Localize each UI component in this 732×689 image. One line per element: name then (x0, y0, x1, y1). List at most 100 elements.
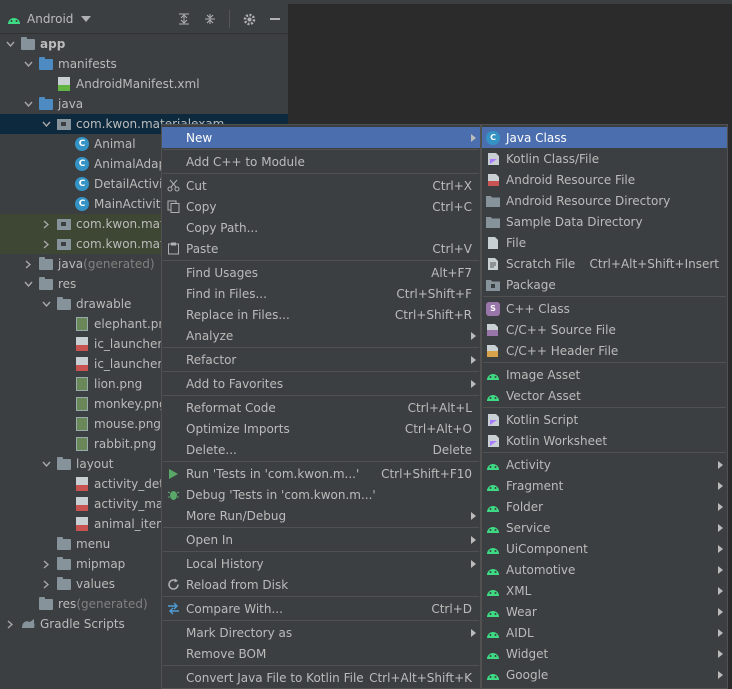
menu-item-replace-in-files[interactable]: Replace in Files... Ctrl+Shift+R (162, 304, 480, 325)
menu-item-aidl[interactable]: AIDL (482, 622, 727, 643)
menu-item-image-asset[interactable]: Image Asset (482, 364, 727, 385)
icon-spacer (165, 307, 181, 323)
menu-item-find-usages[interactable]: Find Usages Alt+F7 (162, 262, 480, 283)
menu-item-kotlin-worksheet[interactable]: Kotlin Worksheet (482, 430, 727, 451)
chevron-down-icon[interactable] (22, 94, 34, 114)
menu-item-run-tests-in-com-kwon-m[interactable]: Run 'Tests in 'com.kwon.m...' Ctrl+Shift+… (162, 463, 480, 484)
menu-item-uicomponent[interactable]: UiComponent (482, 538, 727, 559)
menu-item-find-in-files[interactable]: Find in Files... Ctrl+Shift+F (162, 283, 480, 304)
tree-row[interactable]: manifests (0, 54, 288, 74)
folder-shape (39, 596, 53, 610)
menu-item-widget[interactable]: Widget (482, 643, 727, 664)
tree-item-label: animal_item (94, 517, 168, 531)
menu-item-vector-asset[interactable]: Vector Asset (482, 385, 727, 406)
tree-item-label: res (58, 597, 77, 611)
menu-item-kotlin-script[interactable]: Kotlin Script (482, 409, 727, 430)
chevron-down-icon[interactable] (4, 34, 16, 54)
folder-shape (57, 296, 71, 310)
menu-item-paste[interactable]: Paste Ctrl+V (162, 238, 480, 259)
gear-icon[interactable] (242, 12, 256, 26)
menu-item-more-run-debug[interactable]: More Run/Debug (162, 505, 480, 526)
menu-item-service[interactable]: Service (482, 517, 727, 538)
menu-item-open-in[interactable]: Open In (162, 529, 480, 550)
menu-item-analyze[interactable]: Analyze (162, 325, 480, 346)
menu-item-shortcut: Ctrl+Shift+R (394, 307, 472, 322)
menu-item-delete[interactable]: Delete... Delete (162, 439, 480, 460)
chevron-down-icon[interactable] (40, 114, 52, 134)
image-icon (74, 416, 90, 432)
chevron-right-icon[interactable] (4, 614, 16, 634)
menu-item-mark-directory-as[interactable]: Mark Directory as (162, 622, 480, 643)
menu-item-remove-bom[interactable]: Remove BOM (162, 643, 480, 664)
chevron-right-icon[interactable] (22, 254, 34, 274)
chevron-down-icon[interactable] (22, 274, 34, 294)
menu-item-scratch-file[interactable]: Scratch File Ctrl+Alt+Shift+Insert (482, 253, 727, 274)
gradle-icon (20, 616, 36, 632)
xml-file-shape (76, 517, 88, 531)
chevron-right-icon (471, 331, 476, 340)
menu-item-c-c-header-file[interactable]: C/C++ Header File (482, 340, 727, 361)
image-icon (74, 316, 90, 332)
tree-item-label: java (58, 97, 84, 111)
tree-row[interactable]: app (0, 34, 288, 54)
menu-item-fragment[interactable]: Fragment (482, 475, 727, 496)
chevron-right-icon (718, 670, 723, 679)
menu-item-automotive[interactable]: Automotive (482, 559, 727, 580)
menu-item-copy-path[interactable]: Copy Path... (162, 217, 480, 238)
chevron-right-icon[interactable] (40, 234, 52, 254)
arrow-spacer (58, 514, 70, 534)
menu-item-add-c-to-module[interactable]: Add C++ to Module (162, 151, 480, 172)
menu-separator (163, 461, 479, 462)
menu-item-android-resource-file[interactable]: Android Resource File (482, 169, 727, 190)
menu-item-reformat-code[interactable]: Reformat Code Ctrl+Alt+L (162, 397, 480, 418)
menu-item-cut[interactable]: Cut Ctrl+X (162, 175, 480, 196)
chevron-down-icon[interactable] (22, 54, 34, 74)
chevron-right-icon[interactable] (40, 214, 52, 234)
menu-item-local-history[interactable]: Local History (162, 553, 480, 574)
menu-item-sample-data-directory[interactable]: Sample Data Directory (482, 211, 727, 232)
menu-item-google[interactable]: Google (482, 664, 727, 685)
menu-item-convert-java-file-to-kotlin-file[interactable]: Convert Java File to Kotlin File Ctrl+Alt… (162, 667, 480, 688)
menu-item-java-class[interactable]: C Java Class (482, 127, 727, 148)
menu-item-new[interactable]: New (162, 127, 480, 148)
expand-all-icon[interactable] (177, 12, 191, 26)
menu-item-xml[interactable]: XML (482, 580, 727, 601)
minimize-icon[interactable] (268, 12, 282, 26)
menu-item-label: Convert Java File to Kotlin File (186, 670, 364, 685)
menu-item-folder[interactable]: Folder (482, 496, 727, 517)
menu-item-reload-from-disk[interactable]: Reload from Disk (162, 574, 480, 595)
tree-item-label: MainActivity (94, 197, 168, 211)
menu-item-optimize-imports[interactable]: Optimize Imports Ctrl+Alt+O (162, 418, 480, 439)
folder-icon (485, 193, 501, 209)
file-icon (485, 235, 501, 251)
menu-item-copy[interactable]: Copy Ctrl+C (162, 196, 480, 217)
kotlin-file-icon (485, 151, 501, 167)
tree-row[interactable]: AndroidManifest.xml (0, 74, 288, 94)
tree-item-label: drawable (76, 297, 132, 311)
project-view-selector[interactable]: Android (27, 12, 73, 26)
menu-item-android-resource-directory[interactable]: Android Resource Directory (482, 190, 727, 211)
menu-item-kotlin-class-file[interactable]: Kotlin Class/File (482, 148, 727, 169)
chevron-right-icon (471, 559, 476, 568)
menu-item-file[interactable]: File (482, 232, 727, 253)
menu-item-c-class[interactable]: S C++ Class (482, 298, 727, 319)
chevron-down-icon[interactable] (40, 454, 52, 474)
chevron-right-icon[interactable] (40, 554, 52, 574)
collapse-all-icon[interactable] (203, 12, 217, 26)
android-icon (485, 667, 501, 683)
chevron-down-icon[interactable] (40, 294, 52, 314)
menu-item-c-c-source-file[interactable]: C/C++ Source File (482, 319, 727, 340)
menu-item-label: Copy (186, 199, 217, 214)
menu-item-debug-tests-in-com-kwon-m[interactable]: Debug 'Tests in 'com.kwon.m...' (162, 484, 480, 505)
menu-item-activity[interactable]: Activity (482, 454, 727, 475)
menu-item-package[interactable]: Package (482, 274, 727, 295)
chevron-down-icon[interactable] (81, 15, 92, 22)
menu-item-refactor[interactable]: Refactor (162, 349, 480, 370)
menu-item-wear[interactable]: Wear (482, 601, 727, 622)
menu-item-add-to-favorites[interactable]: Add to Favorites (162, 373, 480, 394)
arrow-spacer (58, 394, 70, 414)
icon-spacer (165, 532, 181, 548)
menu-item-compare-with[interactable]: Compare With... Ctrl+D (162, 598, 480, 619)
tree-row[interactable]: java (0, 94, 288, 114)
chevron-right-icon[interactable] (40, 574, 52, 594)
